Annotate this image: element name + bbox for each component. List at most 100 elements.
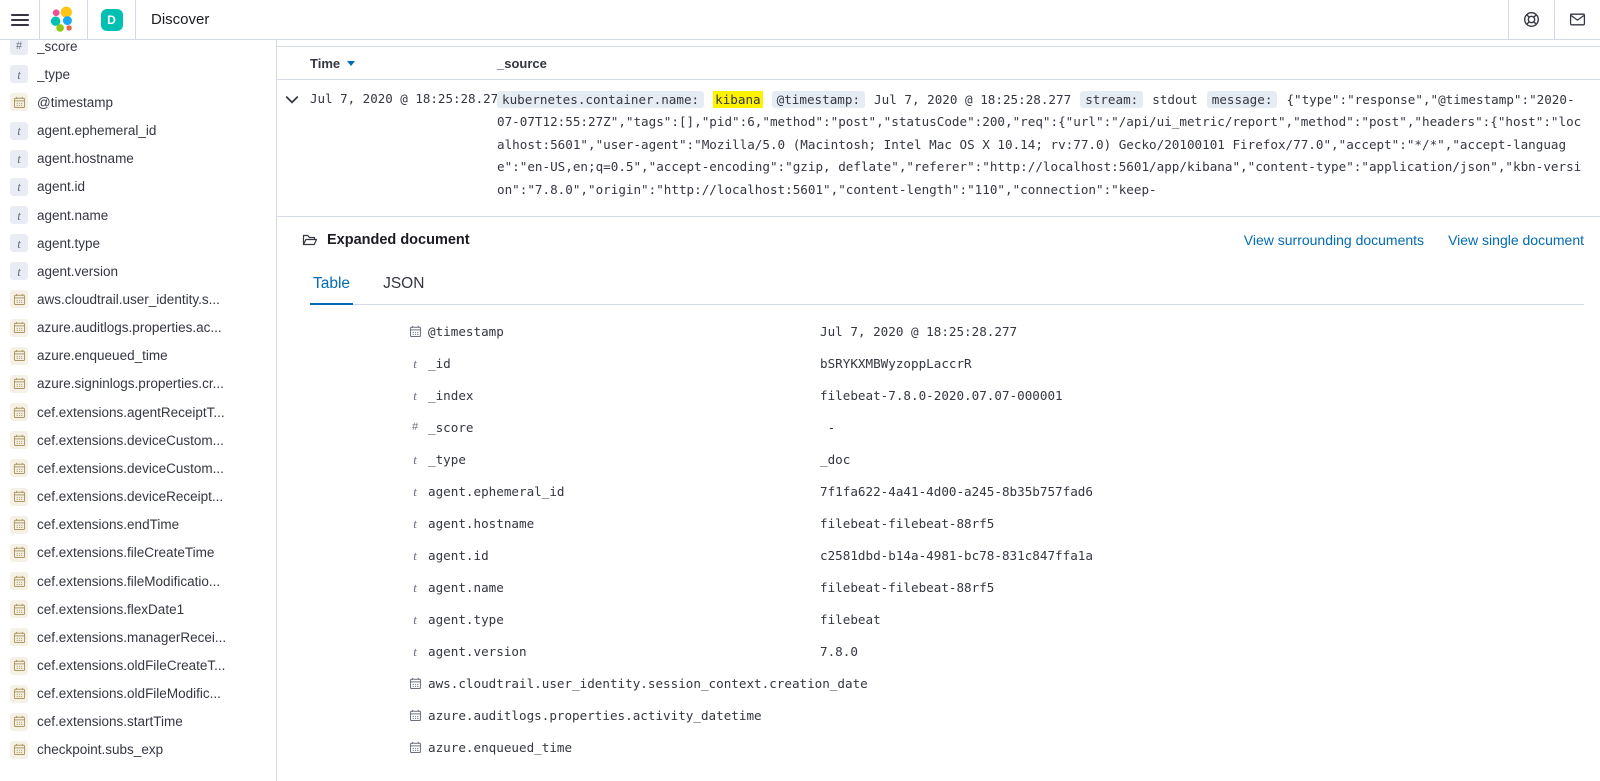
field-label: cef.extensions.fileModificatio... — [37, 574, 220, 589]
doc-field-name: _score — [428, 420, 820, 435]
field-label: cef.extensions.flexDate1 — [37, 602, 184, 617]
topbar-actions — [1508, 0, 1600, 39]
date-type-icon — [10, 685, 28, 703]
sidebar-field-item[interactable]: tagent.name — [0, 201, 276, 229]
table-header-row: Time _source — [277, 47, 1600, 80]
top-navigation-bar: D Discover — [0, 0, 1600, 40]
sidebar-field-item[interactable]: @timestamp — [0, 88, 276, 116]
doc-field-value: - — [820, 420, 835, 435]
document-source-cell: kubernetes.container.name:kibana@timesta… — [497, 89, 1582, 201]
doc-field-value: filebeat-filebeat-88rf5 — [820, 580, 994, 595]
doc-field-value: bSRYKXMBWyzoppLaccrR — [820, 356, 972, 371]
field-label: cef.extensions.deviceReceipt... — [37, 489, 223, 504]
sidebar-field-item[interactable]: aws.cloudtrail.user_identity.s... — [0, 285, 276, 313]
help-button[interactable] — [1509, 0, 1554, 39]
date-type-icon — [10, 375, 28, 393]
doc-field-name: _id — [428, 356, 820, 371]
source-field-badge: @timestamp: — [772, 91, 865, 108]
date-type-icon — [10, 572, 28, 590]
doc-field-value: filebeat-7.8.0-2020.07.07-000001 — [820, 388, 1063, 403]
date-type-icon — [10, 488, 28, 506]
sidebar-field-item[interactable]: azure.auditlogs.properties.ac... — [0, 314, 276, 342]
sidebar-field-item[interactable]: tagent.id — [0, 173, 276, 201]
doc-field-row: t_indexfilebeat-7.8.0-2020.07.07-000001 — [277, 379, 1600, 411]
source-column-header: _source — [497, 56, 547, 71]
elastic-logo-icon — [50, 6, 77, 33]
help-icon — [1523, 11, 1540, 28]
sidebar-field-item[interactable]: tagent.ephemeral_id — [0, 116, 276, 144]
doc-field-value: 7f1fa622-4a41-4d00-a245-8b35b757fad6 — [820, 484, 1093, 499]
sidebar-field-item[interactable]: cef.extensions.deviceCustom... — [0, 454, 276, 482]
sidebar-field-item[interactable]: cef.extensions.agentReceiptT... — [0, 398, 276, 426]
number-type-icon: # — [407, 422, 423, 433]
sidebar-field-item[interactable]: cef.extensions.oldFileCreateT... — [0, 651, 276, 679]
doc-field-row: t_type_doc — [277, 443, 1600, 475]
sidebar-field-item[interactable]: tagent.hostname — [0, 145, 276, 173]
sidebar-field-item[interactable]: tagent.version — [0, 257, 276, 285]
field-label: cef.extensions.fileCreateTime — [37, 545, 214, 560]
sidebar-field-item[interactable]: #_score — [0, 40, 276, 60]
sort-desc-icon — [347, 61, 355, 66]
newsfeed-button[interactable] — [1555, 0, 1600, 39]
tab-json[interactable]: JSON — [380, 275, 427, 304]
sidebar-field-item[interactable]: cef.extensions.startTime — [0, 708, 276, 736]
sidebar-field-item[interactable]: cef.extensions.deviceReceipt... — [0, 483, 276, 511]
field-label: cef.extensions.deviceCustom... — [37, 461, 224, 476]
date-type-icon — [407, 677, 423, 690]
doc-field-row: aws.cloudtrail.user_identity.session_con… — [277, 667, 1600, 699]
field-label: checkpoint.subs_exp — [37, 742, 163, 757]
menu-button[interactable] — [0, 0, 39, 39]
sidebar-field-item[interactable]: cef.extensions.flexDate1 — [0, 595, 276, 623]
doc-field-row: azure.auditlogs.properties.activity_date… — [277, 699, 1600, 731]
field-label: cef.extensions.endTime — [37, 517, 179, 532]
doc-field-name: agent.name — [428, 580, 820, 595]
doc-viewer-tabs: Table JSON — [310, 275, 1584, 305]
sidebar-field-item[interactable]: cef.extensions.fileCreateTime — [0, 539, 276, 567]
sidebar-field-item[interactable]: cef.extensions.endTime — [0, 511, 276, 539]
sidebar-field-item[interactable]: cef.extensions.oldFileModific... — [0, 680, 276, 708]
space-selector[interactable]: D — [88, 0, 135, 39]
sidebar-field-item[interactable]: cef.extensions.fileModificatio... — [0, 567, 276, 595]
field-label: agent.hostname — [37, 151, 134, 166]
doc-field-row: tagent.namefilebeat-filebeat-88rf5 — [277, 571, 1600, 603]
sidebar-field-item[interactable]: azure.signinlogs.properties.cr... — [0, 370, 276, 398]
doc-field-value: filebeat-filebeat-88rf5 — [820, 516, 994, 531]
time-column-header[interactable]: Time — [310, 56, 497, 71]
sidebar-field-item[interactable]: cef.extensions.deviceCustom... — [0, 426, 276, 454]
expanded-document-links: View surrounding documents View single d… — [1244, 232, 1584, 248]
doc-field-row: @timestampJul 7, 2020 @ 18:25:28.277 — [277, 315, 1600, 347]
collapse-row-button[interactable] — [277, 89, 310, 201]
elastic-logo[interactable] — [40, 0, 87, 39]
string-type-icon: t — [407, 485, 423, 498]
date-type-icon — [10, 347, 28, 365]
string-type-icon: t — [407, 549, 423, 562]
field-label: azure.auditlogs.properties.ac... — [37, 320, 222, 335]
doc-field-name: aws.cloudtrail.user_identity.session_con… — [428, 676, 820, 691]
folder-open-icon — [302, 232, 318, 248]
sidebar-field-item[interactable]: tagent.type — [0, 229, 276, 257]
date-type-icon — [10, 431, 28, 449]
sidebar-field-item[interactable]: azure.enqueued_time — [0, 342, 276, 370]
field-label: cef.extensions.managerRecei... — [37, 630, 226, 645]
sidebar-field-item[interactable]: t_type — [0, 60, 276, 88]
doc-field-value: filebeat — [820, 612, 881, 627]
string-type-icon: t — [10, 234, 28, 252]
doc-field-value: 7.8.0 — [820, 644, 858, 659]
date-type-icon — [10, 628, 28, 646]
date-type-icon — [10, 600, 28, 618]
field-label: _score — [37, 40, 78, 54]
doc-field-value: _doc — [820, 452, 850, 467]
date-type-icon — [10, 516, 28, 534]
source-text: stdout — [1152, 92, 1198, 107]
tab-table[interactable]: Table — [310, 275, 353, 305]
sidebar-field-item[interactable]: checkpoint.subs_exp — [0, 736, 276, 764]
field-label: cef.extensions.oldFileModific... — [37, 686, 221, 701]
sidebar-field-item[interactable]: cef.extensions.managerRecei... — [0, 623, 276, 651]
date-type-icon — [10, 459, 28, 477]
expanded-document-title: Expanded document — [327, 232, 470, 248]
doc-field-row: tagent.hostnamefilebeat-filebeat-88rf5 — [277, 507, 1600, 539]
view-surrounding-documents-link[interactable]: View surrounding documents — [1244, 232, 1424, 248]
doc-field-row: tagent.ephemeral_id7f1fa622-4a41-4d00-a2… — [277, 475, 1600, 507]
view-single-document-link[interactable]: View single document — [1448, 232, 1584, 248]
source-field-badge: stream: — [1080, 91, 1143, 108]
